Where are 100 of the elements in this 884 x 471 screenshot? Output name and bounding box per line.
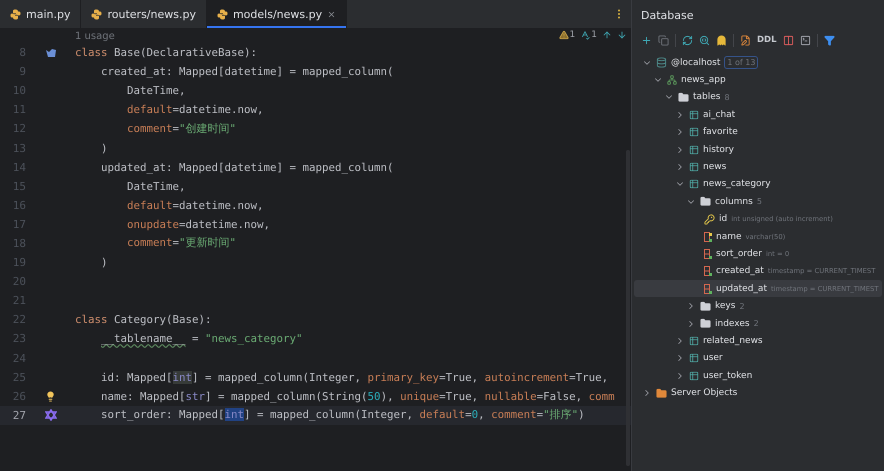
table-icon bbox=[689, 353, 699, 364]
count-badge: 1 of 13 bbox=[724, 56, 758, 70]
tree-item[interactable]: indexes 2 bbox=[632, 314, 884, 332]
table-edit-icon[interactable] bbox=[740, 34, 751, 46]
tree-item-label: sort_order bbox=[716, 248, 762, 259]
tree-item[interactable]: user_token bbox=[632, 367, 884, 384]
table-icon bbox=[689, 127, 699, 138]
override-marker-icon[interactable] bbox=[44, 48, 56, 58]
panel-title: Database bbox=[640, 8, 694, 24]
code-line: id: Mapped[int] = mapped_column(Integer, primary_key=True, autoincrement=True, bbox=[101, 370, 608, 384]
editor-tab[interactable]: models/news.py bbox=[206, 0, 348, 28]
tree-item-label: ai_chat bbox=[703, 110, 736, 120]
code-line: DateTime, bbox=[127, 180, 186, 193]
table-icon bbox=[689, 110, 699, 120]
tree-item[interactable]: favorite bbox=[632, 124, 884, 141]
tree-item-label: news_app bbox=[681, 75, 726, 86]
code-line: name: Mapped[str] = mapped_column(String(50), unique=True, nullable=False, comm bbox=[101, 390, 615, 403]
table-icon bbox=[689, 144, 699, 155]
code-line: updated_at: Mapped[datetime] = mapped_column( bbox=[101, 160, 394, 174]
tree-item[interactable]: history bbox=[632, 140, 884, 158]
code-line: ) bbox=[101, 256, 108, 270]
tree-item-label: user bbox=[703, 353, 723, 364]
column-icon bbox=[704, 266, 712, 276]
python-icon bbox=[216, 8, 228, 20]
code-line: comment="更新时间" bbox=[127, 236, 236, 250]
database-icon bbox=[656, 57, 667, 68]
ghost-icon[interactable] bbox=[716, 34, 727, 46]
tree-item-label: related_news bbox=[703, 336, 763, 346]
column-icon bbox=[704, 232, 712, 242]
tree-item[interactable]: ai_chat bbox=[632, 106, 884, 124]
add-icon[interactable] bbox=[641, 34, 652, 46]
code-line: onupdate=datetime.now, bbox=[127, 218, 270, 231]
ddl-button[interactable]: DDL bbox=[757, 35, 777, 45]
table-icon bbox=[689, 336, 699, 346]
tree-item[interactable]: user bbox=[632, 350, 884, 368]
tree-item-label: news bbox=[703, 162, 726, 172]
refresh-icon[interactable] bbox=[682, 34, 693, 46]
column-icon bbox=[704, 248, 712, 259]
code-line: default=datetime.now, bbox=[127, 198, 264, 212]
key-icon bbox=[704, 214, 715, 225]
item-count: 2 bbox=[754, 319, 759, 328]
code-line: created_at: Mapped[datetime] = mapped_column( bbox=[101, 65, 394, 78]
code-line: __tablename__ = "news_category" bbox=[101, 332, 303, 346]
next-arrow-icon[interactable] bbox=[617, 30, 627, 40]
tree-item-label: news_category bbox=[703, 179, 771, 190]
table-icon bbox=[689, 179, 699, 190]
previous-arrow-icon[interactable] bbox=[602, 30, 612, 40]
tree-item-label: Server Objects bbox=[671, 388, 738, 398]
lightbulb-icon[interactable] bbox=[45, 390, 56, 402]
terminal-icon[interactable] bbox=[800, 34, 811, 46]
tree-item[interactable]: news_category bbox=[632, 176, 884, 194]
item-count: 2 bbox=[739, 302, 745, 311]
folder-icon bbox=[700, 300, 711, 312]
tree-item-label: @localhost bbox=[671, 58, 720, 68]
code-line: sort_order: Mapped[int] = mapped_column(Integer, default=0, comment="排序") bbox=[101, 408, 585, 422]
close-icon[interactable] bbox=[327, 10, 336, 18]
code-line: class Base(DeclarativeBase): bbox=[75, 46, 258, 60]
schema-icon bbox=[667, 75, 677, 86]
tree-item-label: updated_at bbox=[716, 284, 767, 294]
folder-icon bbox=[700, 196, 711, 208]
column-icon bbox=[704, 284, 712, 294]
tree-item[interactable]: keys 2 bbox=[632, 297, 884, 315]
schema-search-icon[interactable] bbox=[699, 34, 710, 46]
line-number: 27 bbox=[12, 408, 26, 422]
python-icon bbox=[91, 8, 102, 20]
tree-item-label: columns bbox=[715, 196, 753, 207]
copy-icon[interactable] bbox=[658, 34, 669, 46]
folder-icon bbox=[656, 388, 667, 399]
tree-item-label: tables bbox=[693, 92, 720, 102]
item-count: 8 bbox=[724, 92, 730, 102]
tree-item-label: name bbox=[716, 232, 742, 242]
tree-item[interactable]: news bbox=[632, 158, 884, 176]
tree-item[interactable]: Server Objects bbox=[632, 384, 884, 402]
code-line: comment="创建时间" bbox=[127, 122, 236, 136]
folder-icon bbox=[700, 318, 711, 330]
compare-icon[interactable] bbox=[782, 34, 794, 46]
table-icon bbox=[689, 370, 699, 381]
code-line: DateTime, bbox=[127, 84, 186, 98]
tree-item[interactable]: news_app bbox=[632, 71, 884, 89]
code-line: default=datetime.now, bbox=[127, 103, 264, 116]
tree-item-label: history bbox=[703, 144, 734, 155]
tree-item[interactable]: columns 5 bbox=[632, 193, 884, 211]
tree-item-label: favorite bbox=[703, 127, 738, 138]
tree-item[interactable]: @localhost 1 of 13 bbox=[632, 54, 884, 72]
tree-item[interactable]: related_news bbox=[632, 332, 884, 350]
python-icon bbox=[10, 8, 21, 20]
table-icon bbox=[689, 162, 699, 172]
implementation-marker-icon[interactable] bbox=[44, 409, 56, 422]
tree-item-label: keys bbox=[715, 301, 736, 312]
tree-item-label: created_at bbox=[716, 266, 764, 276]
code-line: class Category(Base): bbox=[75, 313, 212, 326]
folder-icon bbox=[678, 92, 689, 103]
filter-icon[interactable] bbox=[824, 34, 835, 46]
item-count: 5 bbox=[756, 197, 762, 206]
tree-item-label: id bbox=[719, 214, 728, 224]
typo-count[interactable]: 1 bbox=[580, 30, 597, 40]
tree-item-label: indexes bbox=[715, 318, 750, 329]
tree-item[interactable]: tables 8 bbox=[632, 88, 884, 106]
tree-item-label: user_token bbox=[703, 370, 752, 381]
code-line: ) bbox=[101, 142, 108, 155]
